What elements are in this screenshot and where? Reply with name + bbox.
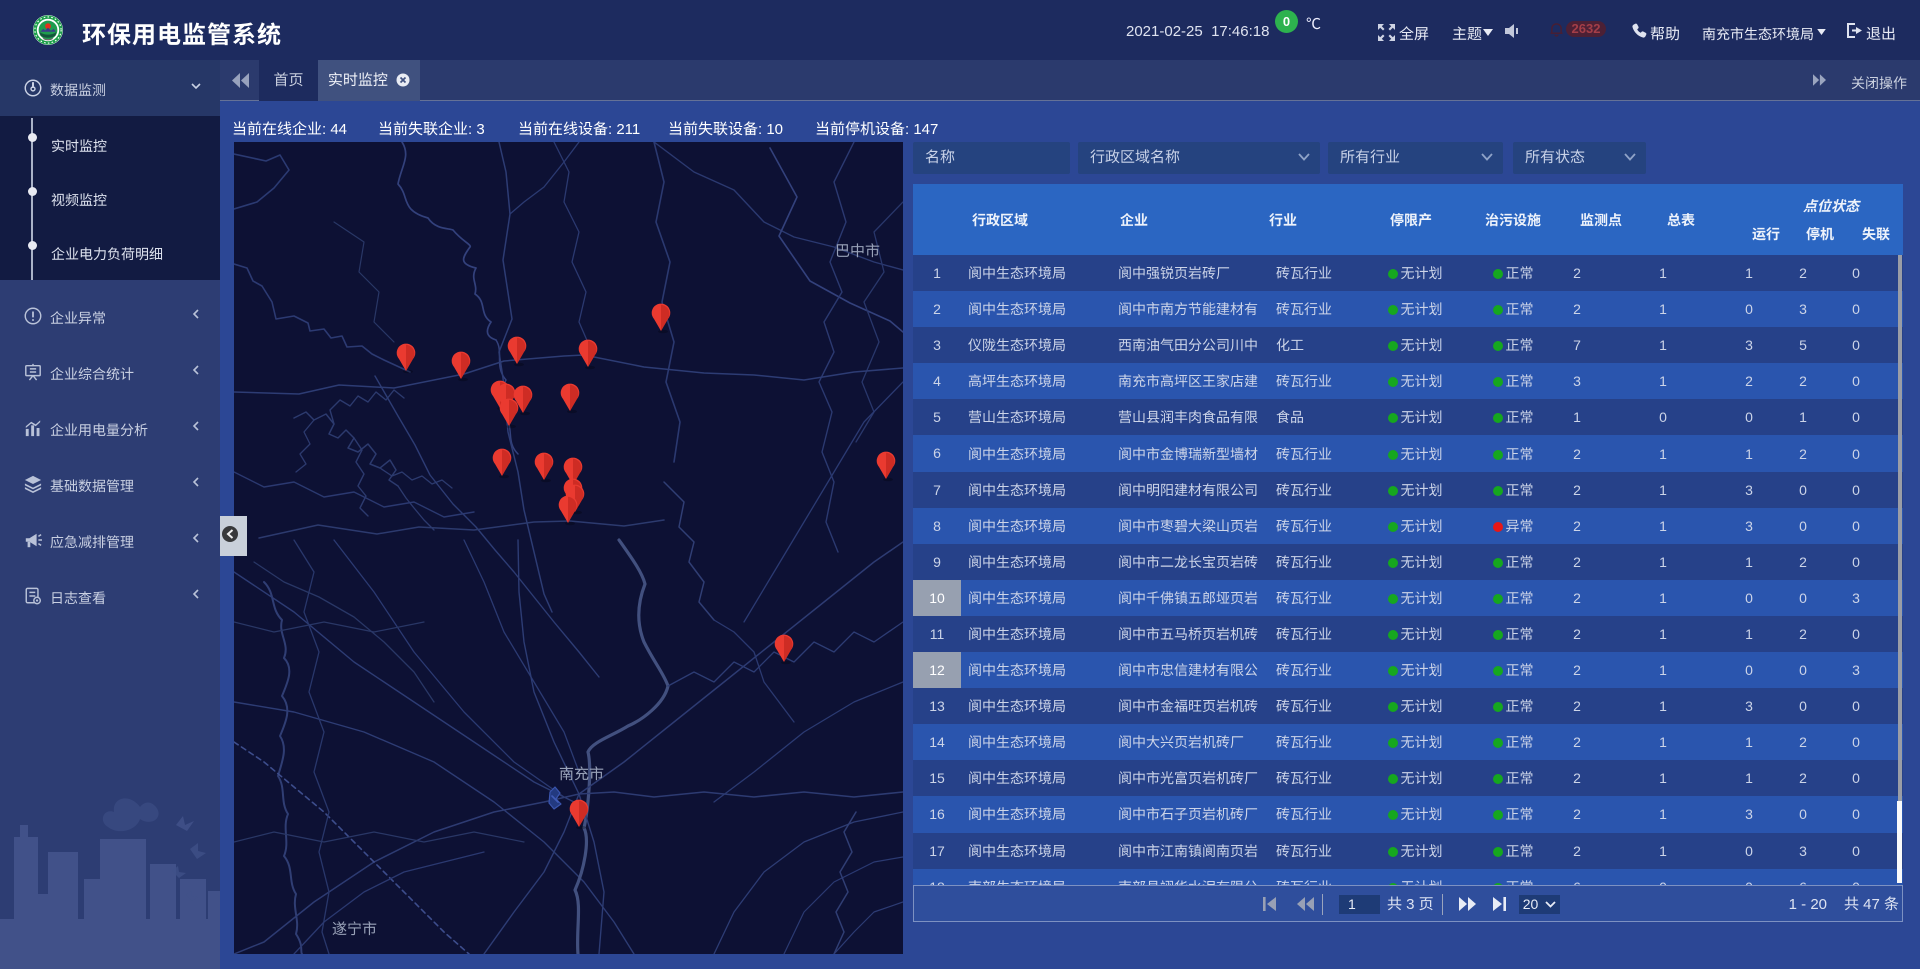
- svg-text:遂宁市: 遂宁市: [332, 921, 377, 938]
- svg-text:巴中市: 巴中市: [835, 243, 880, 260]
- svg-text:南充市: 南充市: [559, 766, 604, 783]
